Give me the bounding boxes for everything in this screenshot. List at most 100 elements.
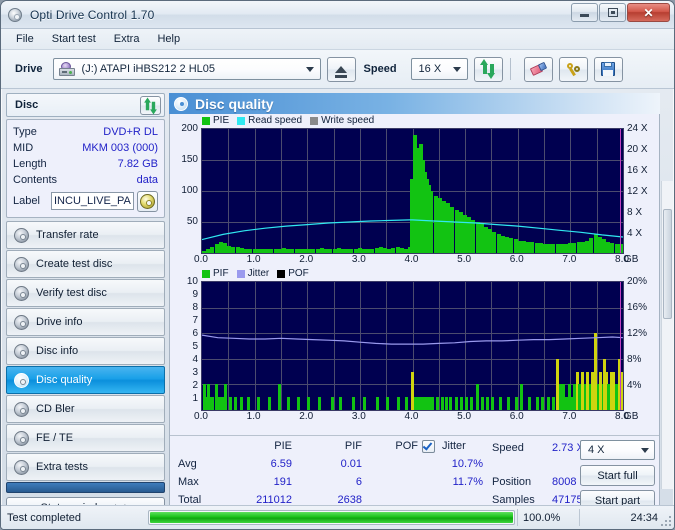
sidebar-item-transfer-rate[interactable]: Transfer rate [6,221,165,249]
disc-contents-value: data [136,174,158,186]
x-tick-label: 5.0 [457,254,472,265]
drive-select[interactable]: (J:) ATAPI iHBS212 2 HL05 [52,58,321,80]
minimize-icon [580,14,589,17]
sidebar-item-extra-tests[interactable]: Extra tests [6,453,165,481]
drive-select-value: (J:) ATAPI iHBS212 2 HL05 [81,63,216,75]
pie-y2tick-16x: 16 X [627,165,648,176]
sidebar-item-disc-quality[interactable]: Disc quality [6,366,165,394]
toolbar: Drive (J:) ATAPI iHBS212 2 HL05 Speed 16… [1,50,674,89]
menu-item-extra[interactable]: Extra [105,31,149,47]
test-speed-value: 4 X [588,444,605,456]
disc-label-input[interactable] [51,192,134,210]
speed-select[interactable]: 16 X [410,58,468,80]
jitter-checkbox[interactable] [422,440,435,453]
save-button[interactable] [593,56,623,82]
maximize-icon [607,8,618,17]
pif-chart-legend: PIF Jitter POF [202,268,313,279]
disc-type-value: DVD+R DL [103,126,158,138]
legend-swatch-pof [277,269,286,278]
drive-label: Drive [15,63,43,75]
chevron-down-icon [449,60,466,78]
x-tick-label: 6.0 [509,254,524,265]
pif-plot-area[interactable] [201,281,624,411]
x-tick-label: 4.0 [404,254,419,265]
disc-quality-header: Disc quality [169,93,660,114]
sidebar-item-fe-te[interactable]: FE / TE [6,424,165,452]
cd-icon [140,193,155,209]
window-buttons: ✕ [571,3,670,22]
sidebar-item-label: Disc info [36,345,79,357]
x-tick-label: 0.0 [194,411,208,422]
x-tick-label: 7.0 [562,254,577,265]
toolbar-separator [509,58,511,80]
pif-ytick-2: 2 [192,380,198,391]
legend-label-jitter: Jitter [247,268,270,279]
eject-icon [335,65,348,78]
sidebar-item-label: Verify test disc [36,287,107,299]
disc-label-button[interactable] [137,190,158,212]
menu-item-start-test[interactable]: Start test [43,31,105,47]
disc-mid-value: MKM 003 (000) [82,142,158,154]
sidebar-item-cd-bler[interactable]: CD Bler [6,395,165,423]
eject-button[interactable] [326,56,356,82]
pif-ytick-10: 10 [186,276,198,287]
legend-item-write-speed: Write speed [310,115,374,126]
pif-ytick-8: 8 [192,302,198,313]
pie-y2tick-4x: 4 X [627,228,643,239]
settings-button[interactable] [558,56,588,82]
pie-y2tick-20x: 20 X [627,144,648,155]
disc-info-row-contents: Contents data [13,172,158,188]
erase-button[interactable] [523,56,553,82]
progress-bar-fill [150,512,513,523]
refresh-icon [480,59,496,79]
disc-contents-label: Contents [13,174,58,186]
disc-length-label: Length [13,158,47,170]
legend-label-pie: PIE [213,115,230,126]
x-tick-label: 3.0 [351,411,366,422]
sidebar-item-disc-info[interactable]: Disc info [6,337,165,365]
scrollbar-thumb[interactable] [663,209,672,319]
test-speed-select[interactable]: 4 X [580,440,655,460]
pif-ytick-1: 1 [192,393,198,404]
menu-item-help[interactable]: Help [148,31,189,47]
legend-label-pif: PIF [213,268,229,279]
maximize-button[interactable] [599,3,626,22]
x-tick-label: 7.0 [562,411,577,422]
legend-swatch-jitter [236,269,245,278]
sidebar-item-verify-test-disc[interactable]: Verify test disc [6,279,165,307]
start-full-button[interactable]: Start full [580,465,655,486]
refresh-button[interactable] [473,56,503,82]
pie-plot-area[interactable] [201,128,624,254]
disc-info-row-type: Type DVD+R DL [13,124,158,140]
close-icon: ✕ [643,5,654,20]
disc-length-value: 7.82 GB [117,158,158,170]
stats-pie-avg: 6.59 [270,458,292,470]
resize-grip[interactable] [660,515,671,526]
x-tick-label: 5.0 [457,411,472,422]
sidebar-item-label: CD Bler [36,403,75,415]
stats-row-label-max: Max [178,476,199,488]
stats-speed-label: Speed [492,442,524,454]
legend-item-pie: PIE [202,115,229,126]
disc-info-panel: Type DVD+R DL MID MKM 003 (000) Length 7… [6,119,165,218]
menu-item-file[interactable]: File [7,31,43,47]
pif-ytick-3: 3 [192,367,198,378]
pie-ytick-200: 200 [181,123,198,134]
pie-ytick-100: 100 [181,185,198,196]
close-button[interactable]: ✕ [627,3,670,22]
sidebar-item-drive-info[interactable]: Drive info [6,308,165,336]
pie-chart: PIE Read speed Write speed 200 150 100 5… [170,114,659,265]
disc-label-label: Label [13,195,40,207]
stats-header-pie: PIE [274,440,292,452]
minimize-button[interactable] [571,3,598,22]
vertical-scrollbar[interactable] [661,181,673,489]
menu-bar: File Start test Extra Help [1,29,674,50]
legend-item-pof: POF [277,268,309,279]
stats-header-pof: POF [395,440,418,452]
disc-refresh-button[interactable] [140,96,161,115]
status-text: Test completed [7,511,81,524]
pif-ytick-6: 6 [192,328,198,339]
pif-ytick-4: 4 [192,354,198,365]
sidebar-item-create-test-disc[interactable]: Create test disc [6,250,165,278]
x-tick-label: 2.0 [299,411,314,422]
